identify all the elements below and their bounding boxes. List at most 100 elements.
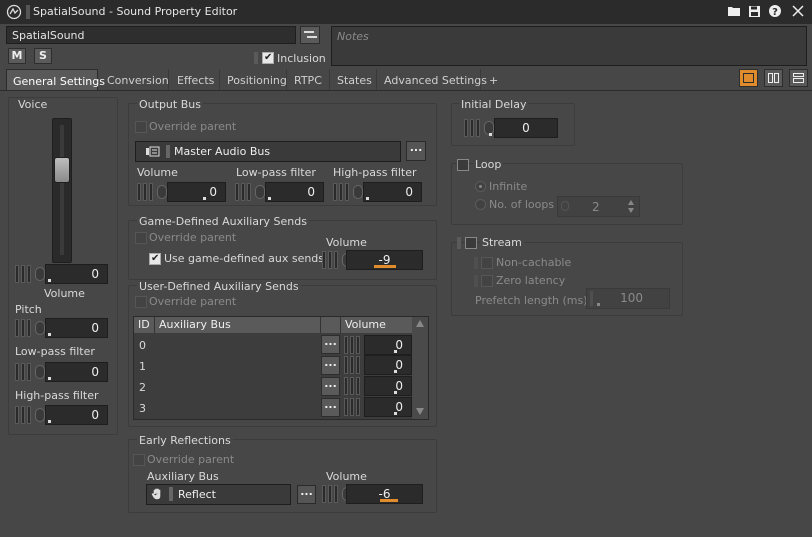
output-override-label: Override parent [149, 120, 237, 133]
tab-general-settings[interactable]: General Settings [6, 69, 105, 90]
game-aux-volume-slider[interactable]: -9 [322, 250, 423, 270]
close-icon[interactable] [789, 4, 807, 22]
user-aux-override-checkbox[interactable] [135, 296, 147, 308]
object-name-field[interactable]: SpatialSound [6, 26, 296, 44]
inclusion-grip [254, 52, 258, 64]
tab-conversion[interactable]: Conversion [101, 69, 169, 90]
voice-volume-label: Volume [44, 287, 85, 300]
row-volume-value[interactable]: 0 [364, 355, 412, 375]
row-browse-button[interactable]: ... [321, 335, 340, 354]
inclusion-checkbox[interactable] [262, 52, 274, 64]
output-lowpass-value[interactable]: 0 [265, 182, 324, 202]
scroll-up-icon[interactable] [416, 320, 424, 327]
er-aux-bus-label: Auxiliary Bus [147, 470, 219, 483]
voice-lowpass-slider[interactable]: 0 [15, 362, 110, 382]
loop-infinite-radio[interactable] [475, 181, 486, 192]
tab-add[interactable]: + [483, 69, 505, 90]
two-column-icon[interactable] [764, 69, 783, 87]
app-icon [6, 4, 22, 20]
link-icon[interactable] [300, 26, 320, 44]
col-divider [320, 317, 321, 333]
stream-checkbox[interactable] [465, 237, 477, 249]
er-override-label: Override parent [147, 453, 235, 466]
noncachable-checkbox[interactable] [481, 257, 493, 269]
row-volume-slider[interactable]: 0 [344, 335, 412, 355]
scroll-down-icon[interactable] [416, 408, 424, 415]
voice-highpass-value[interactable]: 0 [45, 405, 108, 425]
volume-fader-knob[interactable] [54, 157, 70, 183]
single-pane-icon[interactable] [739, 69, 758, 87]
prefetch-value[interactable]: 100 [620, 291, 643, 305]
initial-delay-value[interactable]: 0 [494, 118, 558, 138]
row-volume-slider[interactable]: 0 [344, 376, 412, 396]
col-bus-header[interactable]: Auxiliary Bus [159, 318, 231, 331]
output-volume-label: Volume [137, 166, 178, 179]
pitch-slider[interactable]: 0 [15, 318, 110, 338]
row-volume-value[interactable]: 0 [364, 397, 412, 417]
loop-count-stepper[interactable]: 2 [557, 196, 640, 217]
stepper-up-icon[interactable] [628, 200, 634, 205]
col-id-header[interactable]: ID [138, 318, 150, 331]
output-lowpass-label: Low-pass filter [236, 166, 316, 179]
notes-placeholder: Notes [337, 30, 369, 43]
col-volume-header[interactable]: Volume [345, 318, 386, 331]
tab-positioning[interactable]: Positioning [221, 69, 287, 90]
table-scrollbar[interactable] [412, 317, 428, 419]
output-bus-browse-button[interactable]: ... [406, 141, 426, 161]
voice-volume-value[interactable]: 0 [45, 264, 108, 284]
game-aux-volume-label: Volume [326, 236, 367, 249]
er-aux-bus-browse-button[interactable]: ... [297, 485, 316, 504]
output-bus-field[interactable]: Master Audio Bus [135, 141, 401, 162]
prefetch-field[interactable]: 100 [586, 288, 670, 309]
use-game-aux-label: Use game-defined aux sends [164, 252, 325, 265]
loop-label: Loop [473, 158, 504, 171]
output-lowpass-slider[interactable]: 0 [235, 182, 326, 202]
output-volume-slider[interactable]: 0 [137, 182, 228, 202]
tab-states[interactable]: States [331, 69, 377, 90]
help-icon[interactable]: ? [766, 4, 784, 22]
er-volume-slider[interactable]: -6 [322, 484, 423, 504]
notes-field[interactable]: Notes [331, 26, 807, 66]
er-bus-handle [169, 487, 173, 501]
solo-button[interactable]: S [34, 48, 52, 64]
two-row-icon[interactable] [789, 69, 808, 87]
folder-icon[interactable] [725, 5, 743, 21]
tab-effects[interactable]: Effects [171, 69, 220, 90]
tab-strip-line [0, 90, 812, 91]
output-highpass-value[interactable]: 0 [363, 182, 422, 202]
pitch-label: Pitch [15, 303, 42, 316]
output-override-checkbox[interactable] [135, 121, 147, 133]
loop-infinite-label: Infinite [489, 180, 528, 193]
game-aux-override-checkbox[interactable] [135, 232, 147, 244]
row-volume-slider[interactable]: 0 [344, 355, 412, 375]
use-game-aux-checkbox[interactable] [149, 253, 161, 265]
output-bus-title: Output Bus [137, 98, 203, 111]
initial-delay-slider[interactable]: 0 [464, 118, 558, 138]
voice-lowpass-value[interactable]: 0 [45, 362, 108, 382]
pitch-value[interactable]: 0 [45, 318, 108, 338]
er-aux-bus-field[interactable]: Reflect [146, 484, 291, 505]
loop-checkbox[interactable] [457, 159, 469, 171]
mute-button[interactable]: M [8, 48, 26, 64]
row-browse-button[interactable]: ... [321, 377, 340, 396]
loop-count-label: No. of loops [489, 198, 555, 211]
loop-count-value[interactable]: 2 [592, 200, 600, 214]
zerolatency-checkbox[interactable] [481, 275, 493, 287]
tab-advanced-settings[interactable]: Advanced Settings [378, 69, 487, 90]
row-volume-value[interactable]: 0 [364, 376, 412, 396]
output-volume-value[interactable]: 0 [167, 182, 226, 202]
noncachable-grip [474, 257, 478, 269]
row-browse-button[interactable]: ... [321, 398, 340, 417]
row-volume-value[interactable]: 0 [364, 335, 412, 355]
tab-rtpc[interactable]: RTPC [288, 69, 330, 90]
stepper-down-icon[interactable] [628, 208, 634, 213]
er-override-checkbox[interactable] [133, 454, 145, 466]
row-browse-button[interactable]: ... [321, 356, 340, 375]
row-volume-slider[interactable]: 0 [344, 397, 412, 417]
output-highpass-slider[interactable]: 0 [333, 182, 424, 202]
save-icon[interactable] [745, 5, 763, 22]
voice-highpass-slider[interactable]: 0 [15, 405, 110, 425]
voice-volume-slider[interactable]: 0 [15, 264, 110, 284]
loop-count-radio[interactable] [475, 199, 486, 210]
table-row-id: 2 [139, 381, 146, 394]
